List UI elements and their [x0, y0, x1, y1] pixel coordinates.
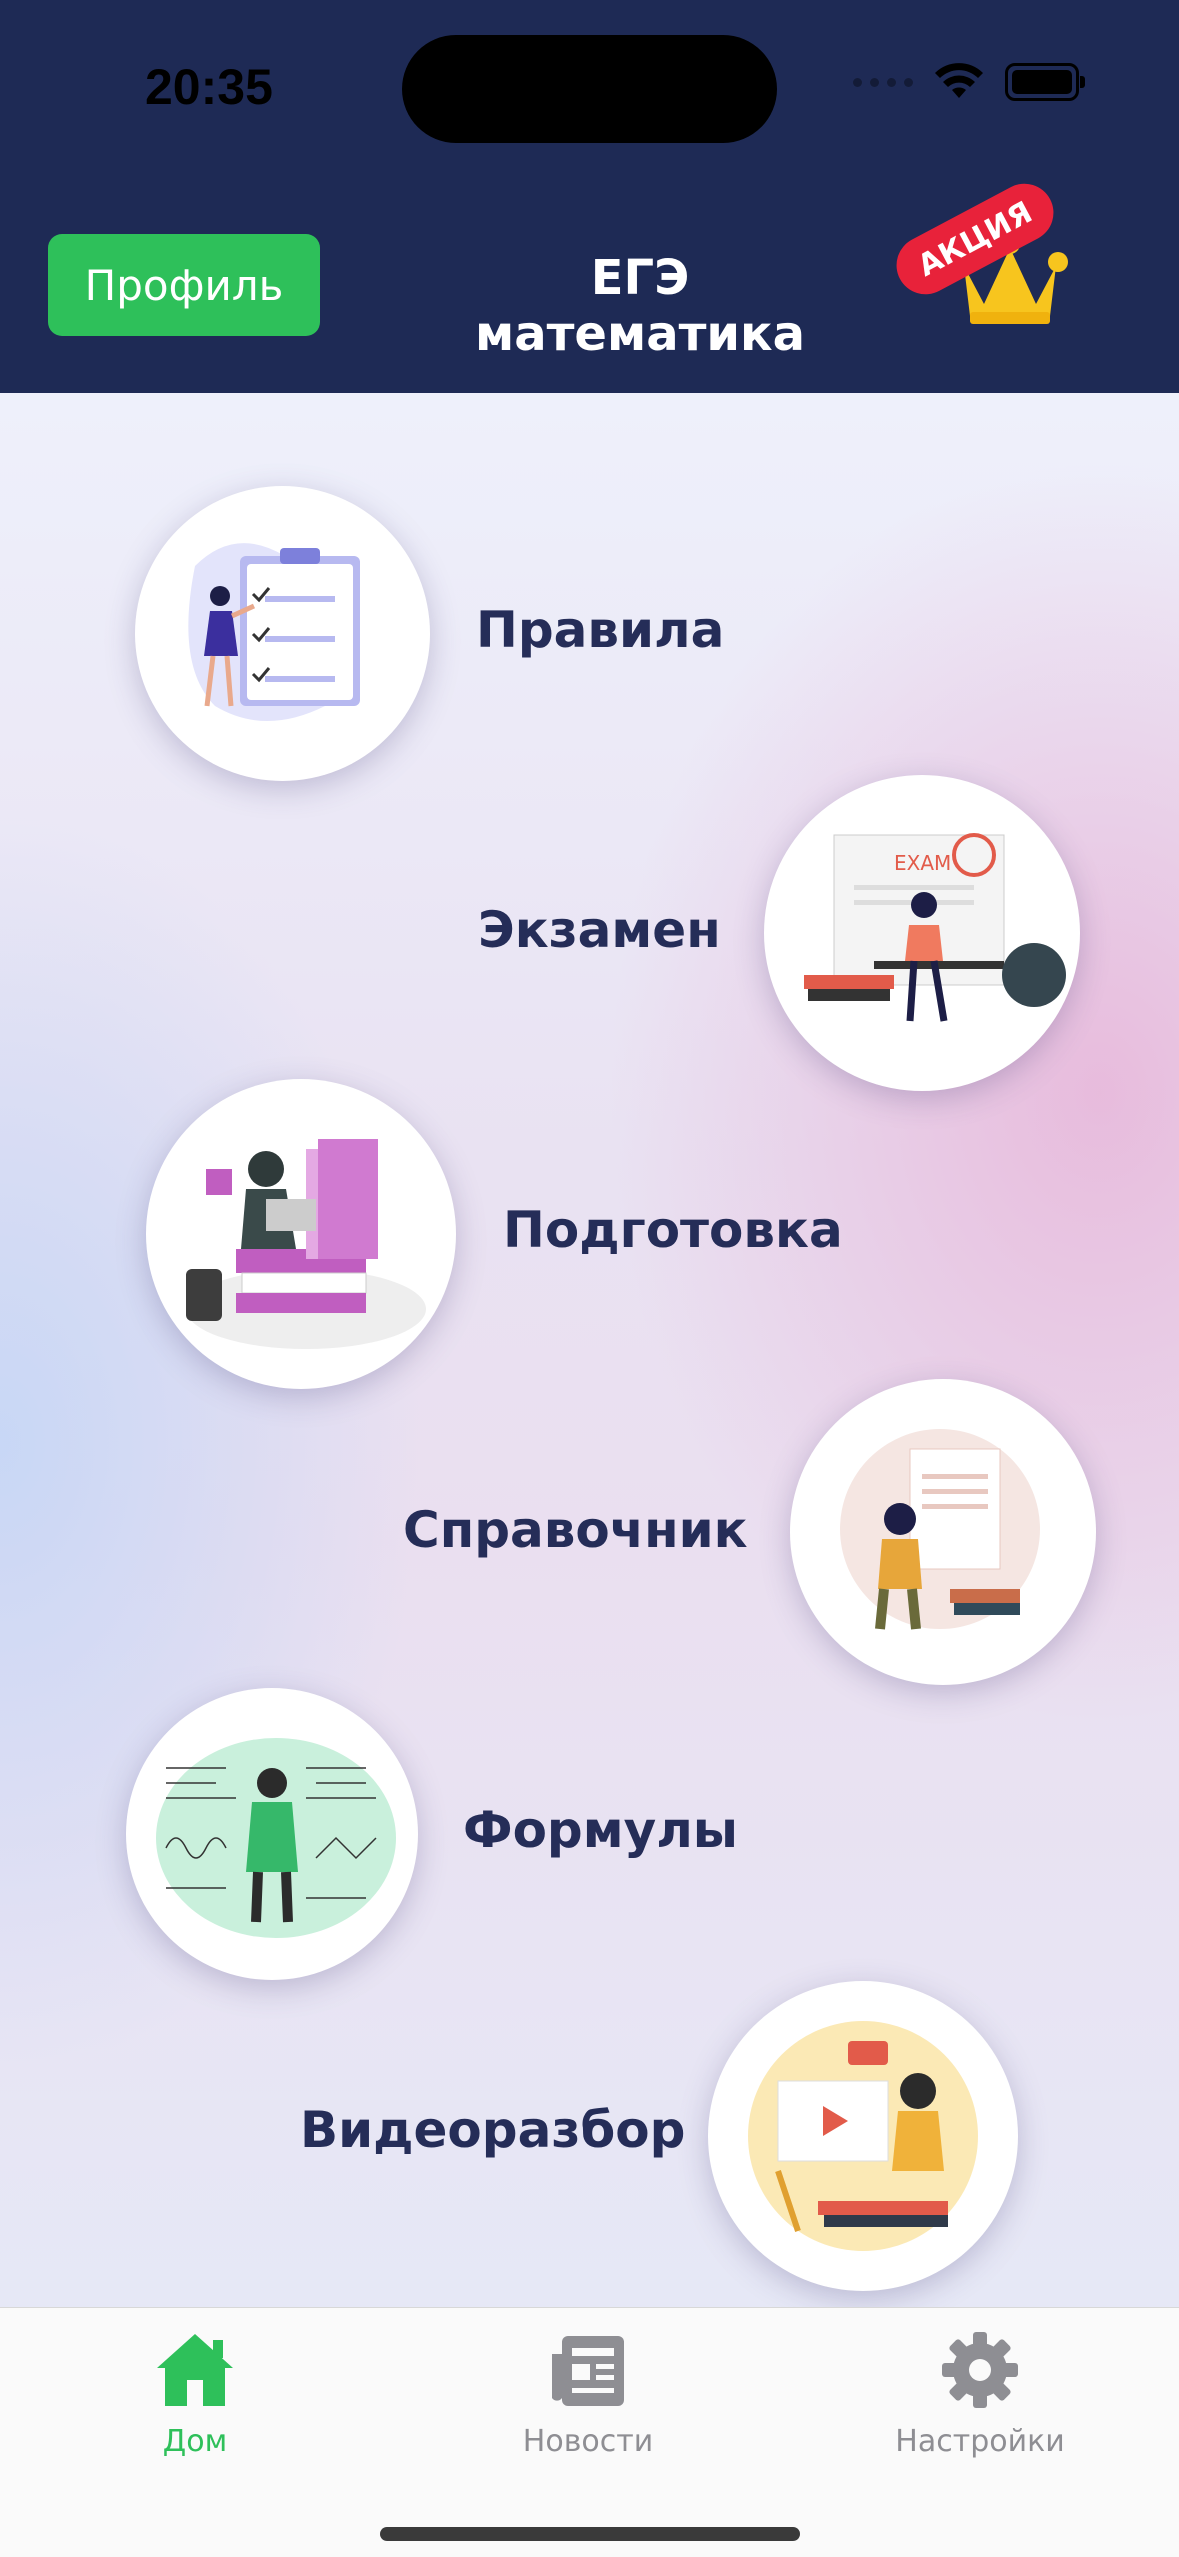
main-menu: Правила EXAM Экзамен Подготовка Справочн…	[0, 393, 1179, 2307]
gear-icon	[942, 2332, 1018, 2408]
menu-item-label: Справочник	[403, 1501, 748, 1559]
menu-item-label: Видеоразбор	[300, 2101, 686, 2159]
menu-item-label: Подготовка	[503, 1201, 843, 1259]
menu-item-label: Экзамен	[478, 901, 721, 959]
menu-item-label: Формулы	[463, 1801, 739, 1859]
app-header: 20:35 Профиль ЕГЭ математика АКЦИЯ	[0, 0, 1179, 393]
tab-label: Настройки	[895, 2424, 1065, 2459]
promo-button[interactable]: АКЦИЯ	[880, 173, 1080, 340]
home-indicator	[380, 2527, 800, 2541]
svg-text:EXAM: EXAM	[894, 851, 951, 875]
exam-illustration[interactable]: EXAM	[764, 775, 1080, 1091]
battery-icon	[1005, 63, 1085, 101]
status-time: 20:35	[145, 59, 273, 115]
tab-label: Дом	[162, 2424, 228, 2459]
app-title: ЕГЭ математика	[474, 250, 806, 362]
preparation-illustration[interactable]	[146, 1079, 456, 1389]
profile-button[interactable]: Профиль	[48, 234, 320, 336]
rules-illustration[interactable]	[135, 486, 430, 781]
video-illustration[interactable]	[708, 1981, 1018, 2291]
tab-label: Новости	[522, 2424, 654, 2459]
news-icon	[552, 2336, 624, 2406]
menu-item-label: Правила	[476, 601, 725, 659]
tab-bar: Дом Новости Настройки	[0, 2307, 1179, 2557]
tab-home[interactable]: Дом	[95, 2330, 295, 2459]
signal-icon	[853, 77, 913, 87]
status-indicators	[853, 62, 1085, 102]
reference-illustration[interactable]	[790, 1379, 1096, 1685]
tab-settings[interactable]: Настройки	[880, 2330, 1080, 2459]
wifi-icon	[935, 63, 983, 98]
home-icon	[157, 2334, 233, 2406]
dynamic-island	[402, 35, 777, 143]
formulas-illustration[interactable]	[126, 1688, 418, 1980]
tab-news[interactable]: Новости	[488, 2330, 688, 2459]
